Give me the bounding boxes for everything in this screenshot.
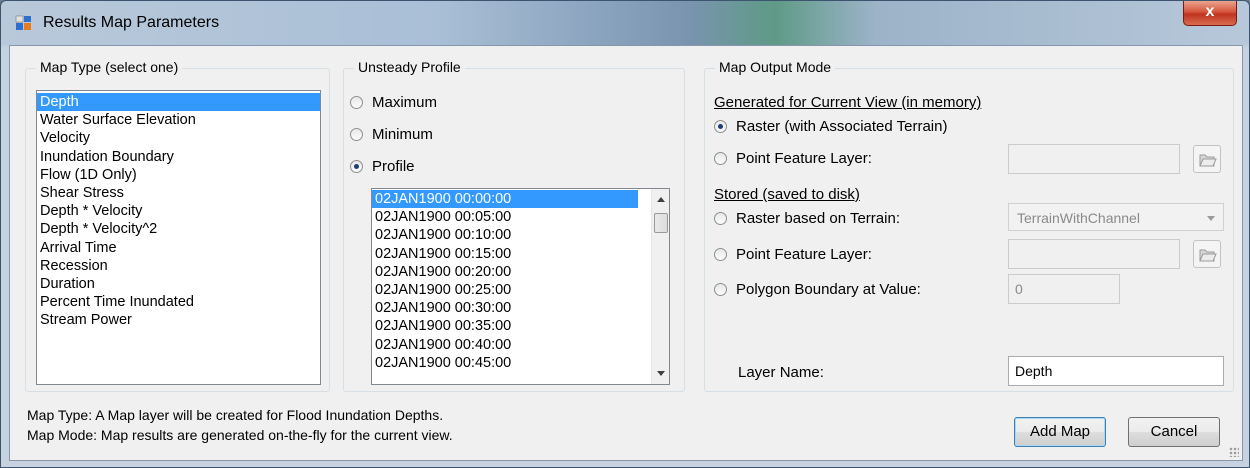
point-feature-layer-radio-button-1[interactable]: [714, 152, 727, 165]
minimum-radio-label: Minimum: [372, 126, 433, 143]
folder-icon: [1199, 249, 1217, 262]
polygon-boundary-value-field[interactable]: 0: [1008, 274, 1120, 304]
scroll-down-arrow-icon[interactable]: [657, 371, 665, 376]
profile-time-listbox[interactable]: 02JAN1900 00:00:00 02JAN1900 00:05:00 02…: [371, 188, 670, 385]
profile-time-item[interactable]: 02JAN1900 00:30:00: [372, 299, 669, 317]
minimum-radio[interactable]: Minimum: [350, 126, 433, 143]
chevron-down-icon: [1207, 216, 1215, 221]
point-feature-layer-radio-1[interactable]: Point Feature Layer:: [714, 150, 872, 167]
point-feature-layer-label-1: Point Feature Layer:: [736, 150, 872, 167]
map-type-item-recession[interactable]: Recession: [37, 257, 320, 275]
app-icon: [15, 15, 31, 30]
generated-heading: Generated for Current View (in memory): [714, 94, 982, 111]
profile-time-item[interactable]: 02JAN1900 00:00:00: [372, 190, 638, 209]
raster-associated-terrain-radio-button[interactable]: [714, 120, 727, 133]
title-bar[interactable]: Results Map Parameters x: [1, 1, 1249, 45]
dialog-client-area: Map Type (select one) Depth Water Surfac…: [9, 45, 1243, 461]
map-type-item-depth[interactable]: Depth: [37, 93, 320, 112]
map-type-item-stream-power[interactable]: Stream Power: [37, 311, 320, 329]
maximum-radio[interactable]: Maximum: [350, 94, 437, 111]
profile-time-item[interactable]: 02JAN1900 00:10:00: [372, 226, 669, 244]
maximum-radio-label: Maximum: [372, 94, 438, 111]
add-map-button[interactable]: Add Map: [1014, 417, 1106, 447]
terrain-select-value: TerrainWithChannel: [1017, 210, 1140, 226]
map-type-item-arrival-time[interactable]: Arrival Time: [37, 239, 320, 257]
profile-time-item[interactable]: 02JAN1900 00:25:00: [372, 281, 669, 299]
profile-time-item[interactable]: 02JAN1900 00:05:00: [372, 208, 669, 226]
resize-grip-icon[interactable]: [1229, 447, 1239, 457]
map-type-listbox[interactable]: Depth Water Surface Elevation Velocity I…: [36, 90, 321, 385]
profile-radio[interactable]: Profile: [350, 158, 415, 175]
close-button[interactable]: x: [1183, 1, 1237, 26]
dialog-window: Results Map Parameters x Map Type (selec…: [0, 0, 1250, 468]
polygon-boundary-radio[interactable]: Polygon Boundary at Value:: [714, 281, 921, 298]
map-type-item-duration[interactable]: Duration: [37, 275, 320, 293]
scroll-up-arrow-icon[interactable]: [657, 197, 665, 202]
profile-time-scrollbar[interactable]: [651, 189, 669, 384]
stored-heading: Stored (saved to disk): [714, 186, 860, 203]
map-type-item-water-surface-elevation[interactable]: Water Surface Elevation: [37, 111, 320, 129]
minimum-radio-button[interactable]: [350, 128, 363, 141]
map-type-item-depth-velocity-squared[interactable]: Depth * Velocity^2: [37, 220, 320, 238]
window-title: Results Map Parameters: [43, 14, 220, 31]
profile-time-item[interactable]: 02JAN1900 00:40:00: [372, 336, 669, 354]
point-feature-layer-field-1[interactable]: [1008, 144, 1180, 174]
polygon-boundary-label: Polygon Boundary at Value:: [736, 281, 921, 298]
profile-time-item[interactable]: 02JAN1900 00:35:00: [372, 317, 669, 335]
profile-time-item[interactable]: 02JAN1900 00:45:00: [372, 354, 669, 372]
maximum-radio-button[interactable]: [350, 96, 363, 109]
point-feature-layer-radio-button-2[interactable]: [714, 248, 727, 261]
point-feature-layer-field-2[interactable]: [1008, 239, 1180, 269]
map-type-group-label: Map Type (select one): [36, 59, 183, 75]
map-type-item-shear-stress[interactable]: Shear Stress: [37, 184, 320, 202]
layer-name-label: Layer Name:: [738, 364, 824, 381]
profile-time-item[interactable]: 02JAN1900 00:15:00: [372, 245, 669, 263]
profile-time-item[interactable]: 02JAN1900 00:20:00: [372, 263, 669, 281]
profile-radio-label: Profile: [372, 158, 415, 175]
profile-radio-button[interactable]: [350, 160, 363, 173]
layer-name-field[interactable]: Depth: [1008, 356, 1224, 386]
raster-based-on-terrain-radio-button[interactable]: [714, 212, 727, 225]
scroll-thumb[interactable]: [654, 213, 668, 233]
browse-folder-button-2[interactable]: [1193, 240, 1221, 268]
raster-based-on-terrain-radio[interactable]: Raster based on Terrain:: [714, 210, 900, 227]
map-type-item-percent-time-inundated[interactable]: Percent Time Inundated: [37, 293, 320, 311]
map-type-description: Map Type: A Map layer will be created fo…: [27, 407, 444, 423]
map-type-item-inundation-boundary[interactable]: Inundation Boundary: [37, 148, 320, 166]
cancel-button[interactable]: Cancel: [1128, 417, 1220, 447]
terrain-select[interactable]: TerrainWithChannel: [1008, 203, 1224, 231]
raster-associated-terrain-label: Raster (with Associated Terrain): [736, 118, 948, 135]
map-type-item-flow[interactable]: Flow (1D Only): [37, 166, 320, 184]
unsteady-profile-group-label: Unsteady Profile: [354, 59, 465, 75]
raster-based-on-terrain-label: Raster based on Terrain:: [736, 210, 900, 227]
map-mode-description: Map Mode: Map results are generated on-t…: [27, 427, 453, 443]
point-feature-layer-radio-2[interactable]: Point Feature Layer:: [714, 246, 872, 263]
map-output-mode-group-label: Map Output Mode: [715, 59, 836, 75]
folder-icon: [1199, 154, 1217, 167]
map-type-item-depth-velocity[interactable]: Depth * Velocity: [37, 202, 320, 220]
browse-folder-button-1[interactable]: [1193, 145, 1221, 173]
map-type-item-velocity[interactable]: Velocity: [37, 129, 320, 147]
raster-associated-terrain-radio[interactable]: Raster (with Associated Terrain): [714, 118, 947, 135]
point-feature-layer-label-2: Point Feature Layer:: [736, 246, 872, 263]
polygon-boundary-radio-button[interactable]: [714, 283, 727, 296]
